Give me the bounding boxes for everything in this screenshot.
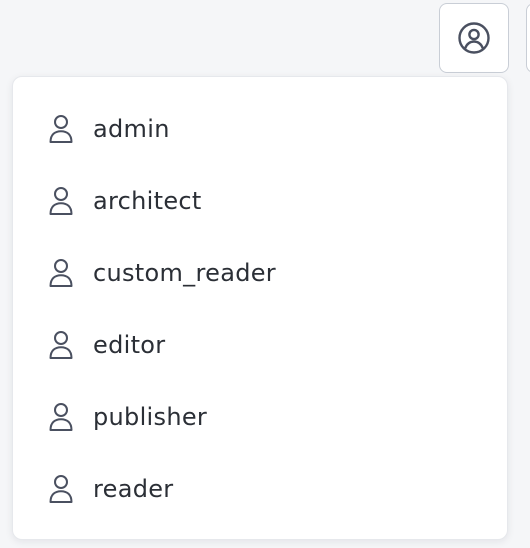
menu-item-custom-reader[interactable]: custom_reader bbox=[13, 237, 507, 309]
menu-item-admin[interactable]: admin bbox=[13, 93, 507, 165]
menu-item-label: reader bbox=[93, 475, 174, 503]
adjacent-button[interactable] bbox=[526, 3, 530, 73]
menu-item-label: admin bbox=[93, 115, 170, 143]
menu-item-publisher[interactable]: publisher bbox=[13, 381, 507, 453]
menu-item-label: architect bbox=[93, 187, 202, 215]
user-circle-icon bbox=[458, 22, 490, 54]
user-menu-button[interactable] bbox=[439, 3, 509, 73]
menu-item-label: custom_reader bbox=[93, 259, 276, 287]
person-icon bbox=[47, 400, 75, 434]
menu-item-label: editor bbox=[93, 331, 166, 359]
person-icon bbox=[47, 256, 75, 290]
stage: admin architect custom_reader editor pub… bbox=[0, 0, 530, 548]
menu-item-label: publisher bbox=[93, 403, 208, 431]
person-icon bbox=[47, 328, 75, 362]
person-icon bbox=[47, 472, 75, 506]
person-icon bbox=[47, 112, 75, 146]
person-icon bbox=[47, 184, 75, 218]
menu-item-reader[interactable]: reader bbox=[13, 453, 507, 525]
menu-item-editor[interactable]: editor bbox=[13, 309, 507, 381]
user-dropdown-menu: admin architect custom_reader editor pub… bbox=[12, 76, 508, 540]
menu-item-architect[interactable]: architect bbox=[13, 165, 507, 237]
